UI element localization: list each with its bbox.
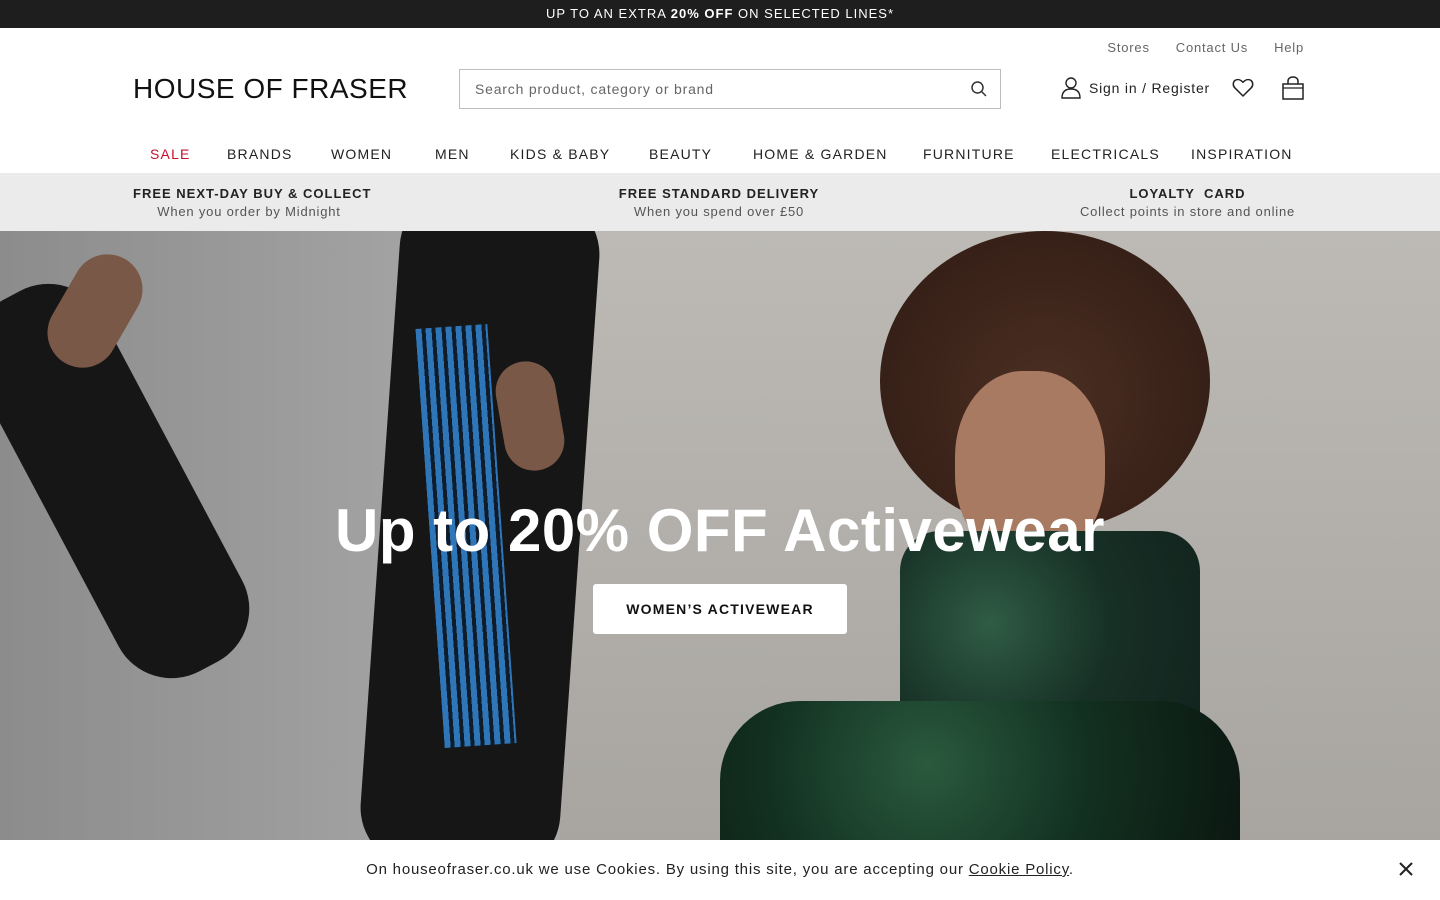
promo-prefix: UP TO AN EXTRA [545, 6, 671, 21]
womens-activewear-button[interactable]: WOMEN’S ACTIVEWEAR [593, 584, 847, 634]
nav-furniture[interactable]: FURNITURE [923, 146, 1015, 162]
nav-inspiration[interactable]: INSPIRATION [1191, 146, 1293, 162]
cookie-text-end: . [1068, 861, 1074, 878]
hero-banner[interactable]: Up to 20% OFF Activewear WOMEN’S ACTIVEW… [0, 231, 1440, 840]
usp-bar: FREE NEXT-DAY BUY & COLLECT When you ord… [0, 173, 1440, 231]
cookie-policy-link[interactable]: Cookie Policy [969, 861, 1069, 878]
stores-link[interactable]: Stores [1107, 40, 1149, 55]
cookie-banner: On houseofraser.co.uk we use Cookies. By… [0, 840, 1440, 900]
nav-brands[interactable]: BRANDS [227, 146, 293, 162]
promo-suffix: ON SELECTED LINES* [733, 6, 895, 21]
site-logo[interactable]: HOUSE OF FRASER [133, 73, 408, 105]
usp-standard-delivery[interactable]: FREE STANDARD DELIVERY When you spend ov… [600, 186, 838, 219]
nav-beauty[interactable]: BEAUTY [649, 146, 712, 162]
search-input[interactable] [460, 70, 940, 108]
promo-highlight: 20% OFF [670, 6, 734, 21]
nav-sale[interactable]: SALE [150, 146, 191, 162]
sign-in-register-link[interactable]: Sign in / Register [1061, 77, 1210, 99]
sign-in-label: Sign in / Register [1089, 80, 1211, 96]
shopping-bag-icon[interactable] [1282, 76, 1304, 100]
nav-women[interactable]: WOMEN [331, 146, 392, 162]
nav-home-garden[interactable]: HOME & GARDEN [753, 146, 888, 162]
search-bar [459, 69, 1001, 109]
usp-subtitle: When you order by Midnight [157, 204, 341, 219]
usp-title: LOYALTY CARD [1129, 186, 1246, 201]
nav-kids-baby[interactable]: KIDS & BABY [510, 146, 610, 162]
usp-title: FREE STANDARD DELIVERY [618, 186, 820, 201]
hero-image-leg [0, 262, 271, 700]
search-icon[interactable] [970, 80, 988, 98]
hero-title: Up to 20% OFF Activewear [335, 497, 1105, 564]
promo-banner[interactable]: UP TO AN EXTRA 20% OFF ON SELECTED LINES… [0, 0, 1440, 28]
user-icon [1061, 77, 1081, 99]
usp-subtitle: Collect points in store and online [1079, 204, 1296, 219]
cookie-message: On houseofraser.co.uk we use Cookies. By… [0, 861, 1440, 878]
usp-buy-collect[interactable]: FREE NEXT-DAY BUY & COLLECT When you ord… [133, 186, 372, 219]
heart-icon[interactable] [1232, 77, 1254, 99]
main-navigation: SALE BRANDS WOMEN MEN KIDS & BABY BEAUTY… [0, 146, 1440, 166]
hero-image-leggings-print [720, 701, 1240, 840]
contact-us-link[interactable]: Contact Us [1176, 40, 1248, 55]
close-icon[interactable] [1399, 862, 1413, 876]
usp-loyalty-card[interactable]: LOYALTY CARD Collect points in store and… [1065, 186, 1310, 219]
utility-links: Stores Contact Us Help [1107, 40, 1304, 55]
nav-men[interactable]: MEN [435, 146, 470, 162]
help-link[interactable]: Help [1274, 40, 1304, 55]
cookie-text: On houseofraser.co.uk we use Cookies. By… [366, 861, 969, 878]
usp-subtitle: When you spend over £50 [633, 204, 805, 219]
nav-electricals[interactable]: ELECTRICALS [1051, 146, 1160, 162]
usp-title: FREE NEXT-DAY BUY & COLLECT [133, 186, 372, 201]
